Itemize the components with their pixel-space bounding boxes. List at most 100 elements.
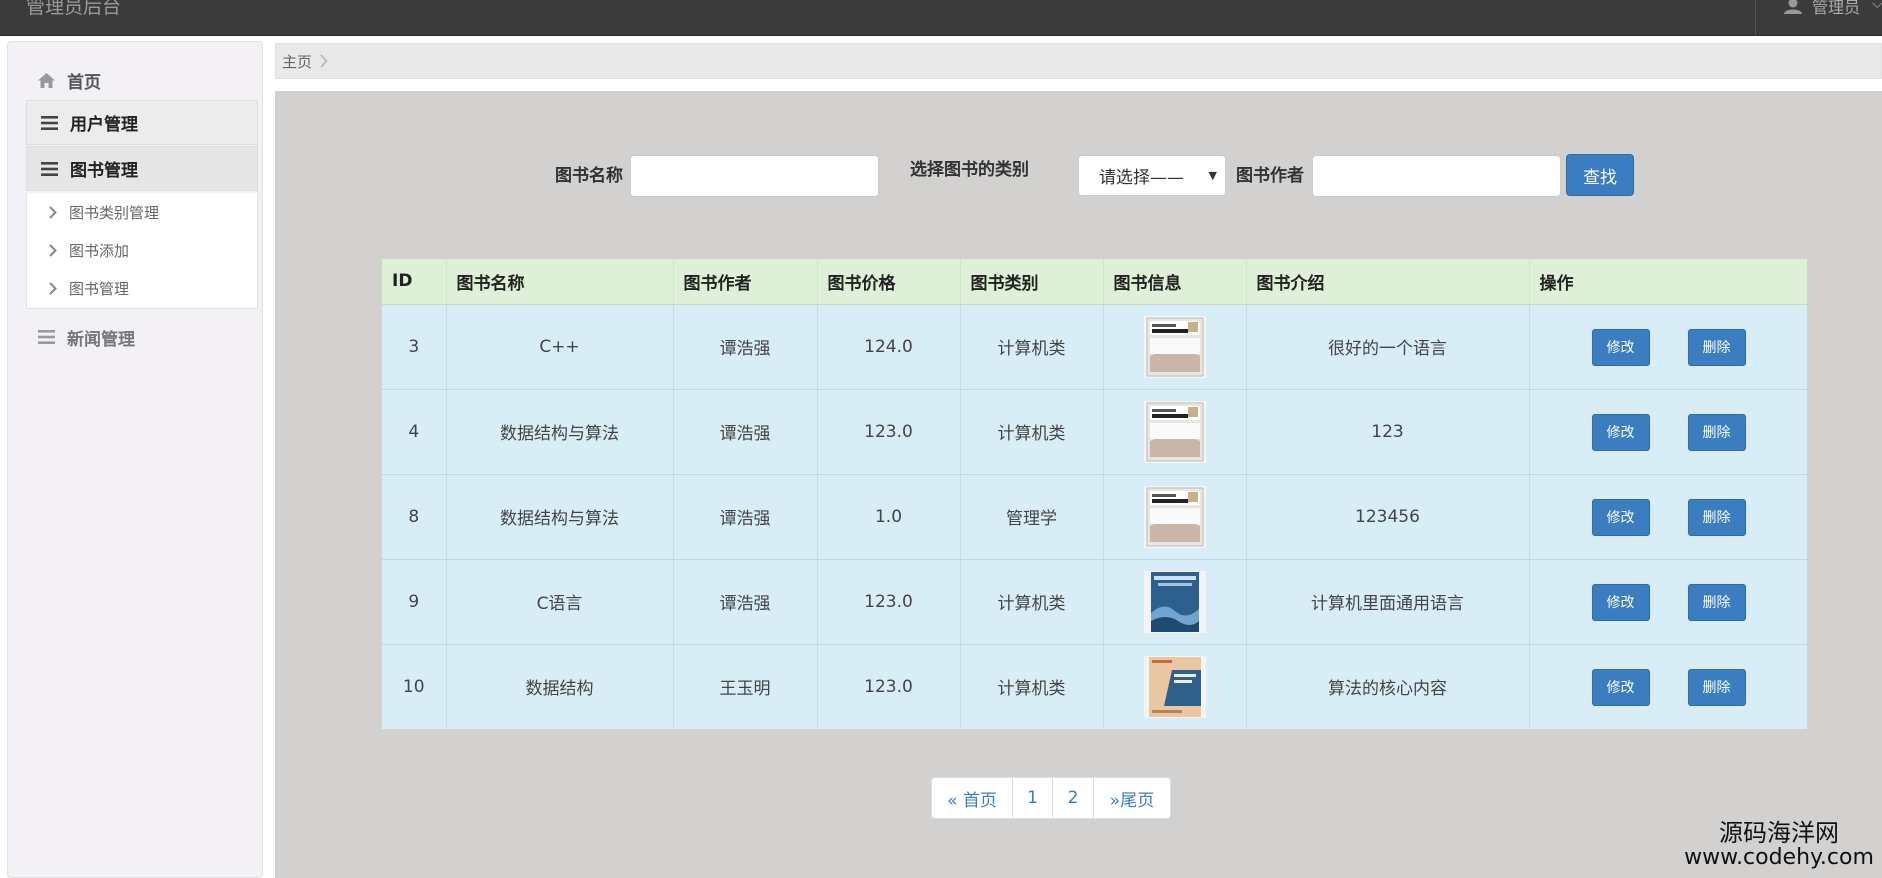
cell-id: 4 — [382, 389, 447, 475]
cell-category: 计算机类 — [960, 644, 1104, 729]
cell-intro: 很好的一个语言 — [1246, 304, 1530, 390]
category-select[interactable]: 请选择—— ▼ — [1078, 155, 1226, 196]
category-label: 选择图书的类别 — [910, 160, 1029, 180]
first-page-link[interactable]: « 首页 — [932, 778, 1013, 818]
column-header-info: 图书信息 — [1103, 259, 1247, 305]
find-button[interactable]: 查找 — [1566, 154, 1634, 196]
cell-category: 计算机类 — [960, 559, 1104, 645]
delete-button[interactable]: 删除 — [1687, 668, 1746, 706]
page-link-2[interactable]: 2 — [1053, 778, 1094, 818]
cell-actions: 修改 删除 — [1529, 644, 1807, 729]
category-selected-value: 请选择—— — [1099, 168, 1184, 188]
cell-author: 谭浩强 — [673, 559, 818, 645]
watermark-name: 源码海洋网 — [1719, 819, 1839, 847]
column-header-id: ID — [382, 259, 447, 305]
submenu-item-label: 图书类别管理 — [69, 203, 160, 222]
column-header-name: 图书名称 — [446, 259, 674, 305]
watermark: 源码海洋网 www.codehy.com — [1676, 821, 1882, 869]
breadcrumb: 主页 — [275, 43, 1882, 79]
chevron-right-icon — [49, 243, 57, 257]
table-row: 3 C++ 谭浩强 124.0 计算机类 很好的一个语言 修改 删除 — [382, 304, 1807, 390]
cell-cover — [1103, 559, 1247, 645]
column-header-category: 图书类别 — [960, 259, 1104, 305]
cell-price: 123.0 — [817, 644, 961, 729]
cell-cover — [1103, 644, 1247, 729]
cell-actions: 修改 删除 — [1529, 389, 1807, 475]
cell-name: C++ — [446, 304, 674, 390]
chevron-down-icon: ⌵ — [1872, 0, 1882, 12]
sidebar-item-label: 图书管理 — [70, 161, 138, 181]
cell-intro: 123 — [1246, 389, 1530, 475]
cell-author: 王玉明 — [673, 644, 818, 729]
delete-button[interactable]: 删除 — [1687, 498, 1746, 536]
author-input[interactable] — [1312, 155, 1561, 197]
cell-actions: 修改 删除 — [1529, 304, 1807, 390]
cell-price: 1.0 — [817, 474, 961, 560]
table-row: 10 数据结构 王玉明 123.0 计算机类 算法的核心内容 修改 删除 — [382, 644, 1807, 729]
cell-price: 124.0 — [817, 304, 961, 390]
cell-author: 谭浩强 — [673, 474, 818, 560]
chevron-right-icon — [49, 281, 57, 295]
cell-name: 数据结构与算法 — [446, 389, 674, 475]
last-page-link[interactable]: »尾页 — [1094, 778, 1170, 818]
column-header-author: 图书作者 — [673, 259, 818, 305]
menu-bars-icon — [41, 161, 58, 176]
edit-button[interactable]: 修改 — [1591, 328, 1650, 366]
cell-id: 9 — [382, 559, 447, 645]
breadcrumb-home[interactable]: 主页 — [282, 51, 312, 72]
cell-price: 123.0 — [817, 389, 961, 475]
sidebar-item-home[interactable]: 首页 — [38, 65, 101, 95]
table-header-row: ID 图书名称 图书作者 图书价格 图书类别 图书信息 图书介绍 操作 — [382, 259, 1807, 305]
delete-button[interactable]: 删除 — [1687, 413, 1746, 451]
books-table: ID 图书名称 图书作者 图书价格 图书类别 图书信息 图书介绍 操作 3 C+… — [382, 259, 1807, 729]
cell-author: 谭浩强 — [673, 304, 818, 390]
sidebar-item-book-management[interactable]: 图书管理 — [26, 146, 258, 191]
cpp-primer-cover — [1143, 485, 1206, 548]
cell-intro: 计算机里面通用语言 — [1246, 559, 1530, 645]
table-row: 4 数据结构与算法 谭浩强 123.0 计算机类 123 修改 删除 — [382, 389, 1807, 475]
cell-cover — [1103, 474, 1247, 560]
table-row: 9 C语言 谭浩强 123.0 计算机类 计算机里面通用语言 修改 删除 — [382, 559, 1807, 645]
book-name-label: 图书名称 — [555, 166, 623, 186]
submenu-item-book-management[interactable]: 图书管理 — [49, 276, 129, 300]
edit-button[interactable]: 修改 — [1591, 583, 1650, 621]
sidebar-item-label: 首页 — [67, 72, 101, 93]
sidebar-item-label: 用户管理 — [70, 115, 138, 135]
cell-cover — [1103, 304, 1247, 390]
sidebar: 首页 用户管理 图书管理 图书类别管理 图书添加 图书管理 新闻管理 — [7, 41, 263, 878]
cpp-primer-cover — [1143, 400, 1206, 463]
app-title: 管理员后台 — [26, 0, 122, 18]
column-header-actions: 操作 — [1529, 259, 1807, 305]
delete-button[interactable]: 删除 — [1687, 328, 1746, 366]
caret-down-icon: ▼ — [1208, 169, 1217, 182]
column-header-intro: 图书介绍 — [1246, 259, 1530, 305]
author-label: 图书作者 — [1236, 166, 1304, 186]
cell-actions: 修改 删除 — [1529, 474, 1807, 560]
edit-button[interactable]: 修改 — [1591, 413, 1650, 451]
sidebar-item-news-management[interactable]: 新闻管理 — [38, 322, 135, 352]
cell-category: 计算机类 — [960, 304, 1104, 390]
cell-name: 数据结构与算法 — [446, 474, 674, 560]
cell-category: 管理学 — [960, 474, 1104, 560]
top-navbar: 管理员后台 管理员 ⌵ — [0, 0, 1882, 36]
menu-bars-icon — [41, 115, 58, 130]
menu-bars-icon — [38, 330, 55, 344]
book-submenu: 图书类别管理 图书添加 图书管理 — [26, 193, 258, 309]
edit-button[interactable]: 修改 — [1591, 668, 1650, 706]
sidebar-item-user-management[interactable]: 用户管理 — [26, 100, 258, 145]
c-language-cover — [1143, 570, 1206, 633]
chevron-right-icon — [49, 205, 57, 219]
edit-button[interactable]: 修改 — [1591, 498, 1650, 536]
column-header-price: 图书价格 — [817, 259, 961, 305]
submenu-item-category-management[interactable]: 图书类别管理 — [49, 200, 159, 224]
submenu-item-add-book[interactable]: 图书添加 — [49, 238, 129, 262]
cell-id: 10 — [382, 644, 447, 729]
chevron-right-icon — [320, 54, 328, 68]
cell-name: 数据结构 — [446, 644, 674, 729]
watermark-url: www.codehy.com — [1684, 845, 1874, 870]
page-link-1[interactable]: 1 — [1013, 778, 1053, 818]
book-name-input[interactable] — [630, 155, 879, 197]
delete-button[interactable]: 删除 — [1687, 583, 1746, 621]
user-menu[interactable]: 管理员 ⌵ — [1755, 0, 1882, 36]
cell-actions: 修改 删除 — [1529, 559, 1807, 645]
